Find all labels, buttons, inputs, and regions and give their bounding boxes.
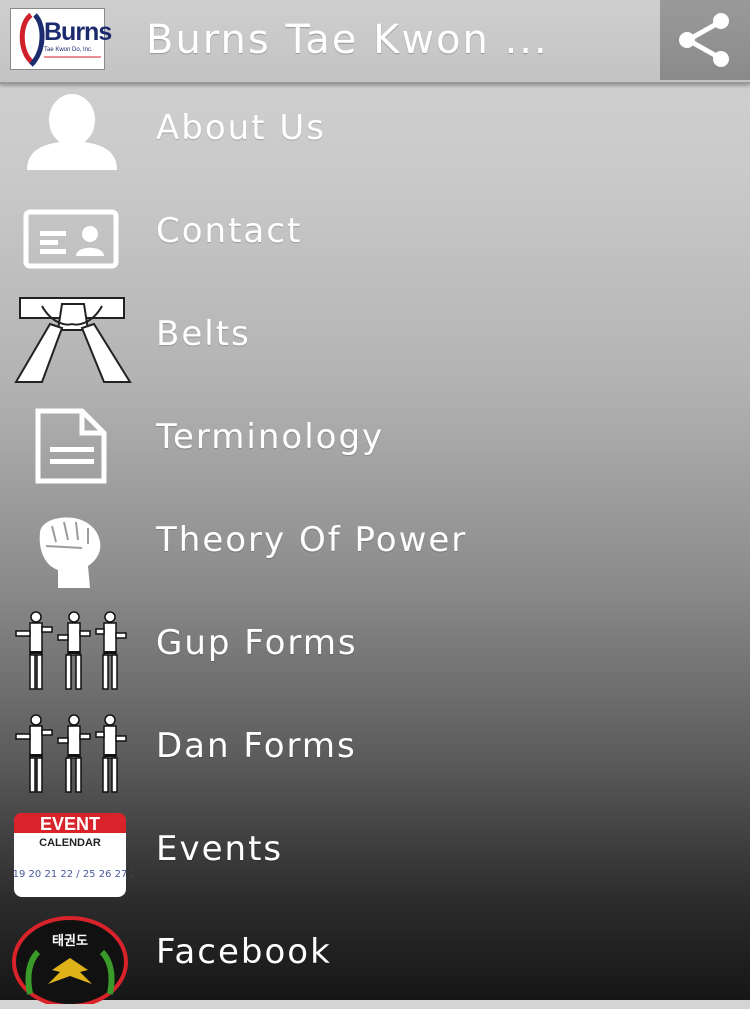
app-logo: Burns Tae Kwon Do, Inc. [10, 8, 112, 70]
menu-item-label: Theory Of Power [156, 520, 468, 560]
nav-menu: About Us Contact Belts Terminology Theor… [0, 82, 750, 1009]
menu-item-about-us[interactable]: About Us [0, 82, 750, 185]
menu-item-label: Facebook [156, 932, 332, 972]
app-title: Burns Tae Kwon ... [146, 17, 549, 63]
logo-text: Burns [44, 18, 112, 46]
menu-item-contact[interactable]: Contact [0, 185, 750, 288]
app-header: Burns Tae Kwon Do, Inc. Burns Tae Kwon .… [0, 0, 750, 84]
menu-item-label: Terminology [156, 417, 385, 457]
forms-figures-icon [12, 708, 132, 798]
logo-subtext: Tae Kwon Do, Inc. [44, 47, 93, 53]
menu-item-terminology[interactable]: Terminology [0, 391, 750, 494]
menu-item-label: Dan Forms [156, 726, 357, 766]
share-button[interactable] [660, 0, 750, 80]
contact-card-icon [12, 193, 132, 283]
fist-icon [12, 502, 132, 592]
menu-item-label: Contact [156, 211, 303, 251]
menu-item-label: Gup Forms [156, 623, 358, 663]
person-icon [12, 90, 132, 180]
menu-item-gup-forms[interactable]: Gup Forms [0, 597, 750, 700]
menu-item-label: Events [156, 829, 284, 869]
menu-item-theory-of-power[interactable]: Theory Of Power [0, 494, 750, 597]
menu-item-facebook[interactable]: 태권도 Facebook [0, 906, 750, 1009]
forms-figures-icon [12, 605, 132, 695]
menu-item-label: About Us [156, 108, 326, 148]
calendar-dates-text: 18 19 20 21 22 / 25 26 27 28 [12, 869, 132, 880]
menu-item-dan-forms[interactable]: Dan Forms [0, 700, 750, 803]
emblem-text: 태권도 [52, 934, 88, 949]
document-icon [12, 399, 132, 489]
calendar-banner-text: CALENDAR [39, 837, 101, 849]
share-icon [679, 13, 729, 67]
menu-item-label: Belts [156, 314, 251, 354]
event-banner-text: EVENT [40, 814, 100, 834]
taekwondo-emblem-icon: 태권도 [12, 914, 132, 1004]
menu-item-events[interactable]: EVENT CALENDAR 18 19 20 21 22 / 25 26 27… [0, 803, 750, 906]
menu-item-belts[interactable]: Belts [0, 288, 750, 391]
belt-icon [12, 296, 132, 386]
event-calendar-icon: EVENT CALENDAR 18 19 20 21 22 / 25 26 27… [12, 811, 132, 901]
